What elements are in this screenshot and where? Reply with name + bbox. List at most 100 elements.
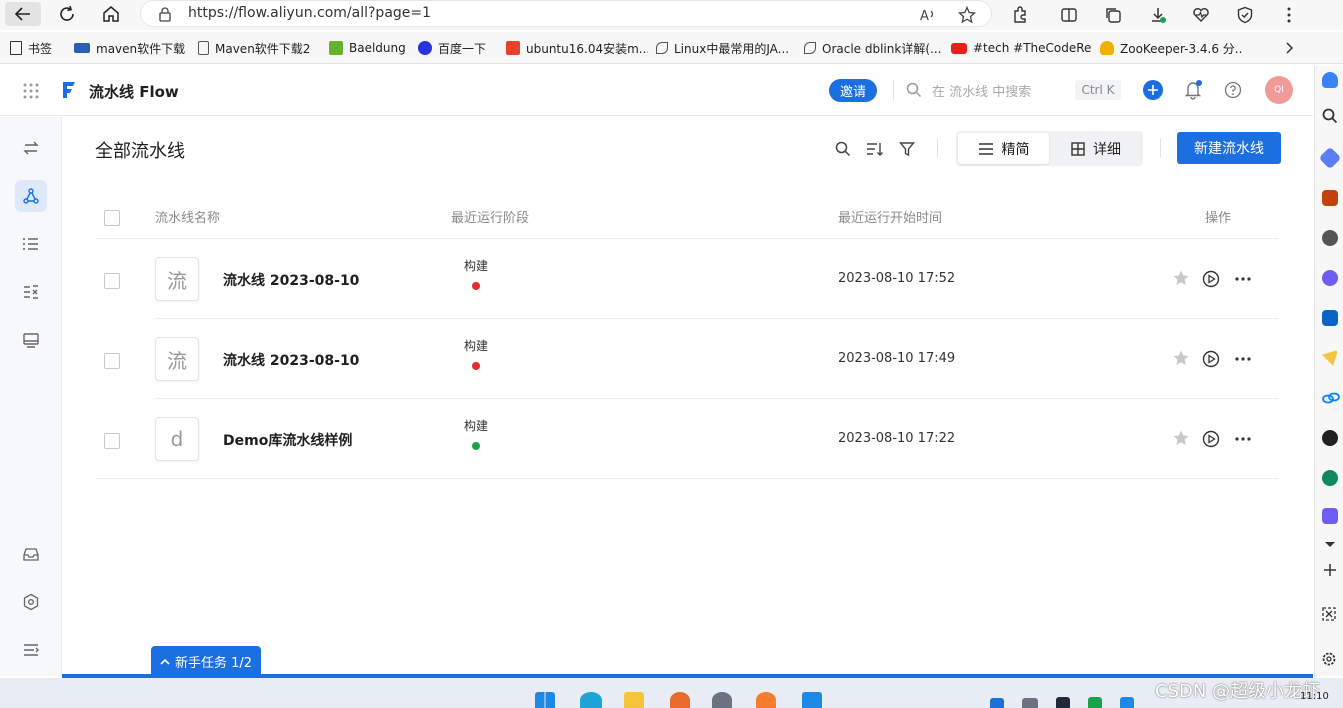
bookmark-item[interactable]: maven软件下载	[74, 32, 192, 64]
notifications-icon[interactable]	[1322, 72, 1338, 88]
select-all-checkbox[interactable]	[104, 210, 120, 226]
bookmark-item[interactable]: ubuntu16.04安装m...	[506, 32, 648, 64]
chevron-down-icon[interactable]	[1324, 534, 1336, 553]
sidebar-item-code[interactable]	[15, 132, 47, 164]
bookmark-item[interactable]: Linux中最常用的JA...	[656, 32, 796, 64]
filter-button[interactable]	[896, 138, 918, 160]
beginner-tasks-tab[interactable]: 新手任务 1/2	[151, 646, 261, 676]
row-checkbox[interactable]	[104, 433, 120, 449]
run-start-time: 2023-08-10 17:22	[838, 431, 956, 446]
gear-icon[interactable]	[1321, 651, 1337, 671]
bookmark-item[interactable]: ZooKeeper-3.4.6 分...	[1100, 32, 1242, 64]
taskbar-clock[interactable]: 11:10	[1300, 691, 1329, 702]
sort-button[interactable]	[864, 138, 886, 160]
bookmark-item[interactable]: Maven软件下载2	[198, 32, 320, 64]
add-button[interactable]	[1143, 80, 1163, 100]
bookmark-item[interactable]: Baeldung	[329, 32, 411, 64]
invite-button[interactable]: 邀请	[829, 79, 877, 102]
link-icon[interactable]	[1322, 390, 1340, 410]
more-menu-icon[interactable]	[1278, 4, 1300, 26]
notification-bell-icon[interactable]	[1184, 80, 1202, 104]
cloud-tray-icon[interactable]	[1022, 698, 1038, 708]
global-search-input[interactable]: 在 流水线 中搜索	[932, 81, 1031, 100]
pipeline-name-link[interactable]: 流水线 2023-08-10	[223, 350, 359, 370]
github-icon[interactable]	[1322, 430, 1338, 446]
home-button[interactable]	[98, 2, 124, 26]
bookmark-item[interactable]: Oracle dblink详解(...	[804, 32, 944, 64]
windows-start-icon[interactable]	[535, 692, 555, 708]
more-actions-icon[interactable]	[1233, 429, 1253, 449]
run-stage-label[interactable]: 构建	[464, 417, 488, 434]
sidebar-item-hosts[interactable]	[15, 324, 47, 356]
url-text[interactable]: https://flow.aliyun.com/all?page=1	[188, 5, 431, 21]
sidebar-item-pipelines[interactable]	[15, 180, 47, 212]
bookmark-item[interactable]: 书签	[10, 32, 70, 64]
downloads-icon[interactable]	[1147, 4, 1169, 26]
pipeline-avatar: d	[155, 417, 199, 461]
pipeline-name-link[interactable]: 流水线 2023-08-10	[223, 270, 359, 290]
mastodon-icon[interactable]	[1322, 508, 1338, 524]
help-icon[interactable]	[1224, 81, 1242, 103]
app-grid-icon[interactable]	[22, 82, 40, 104]
tray-app-icon[interactable]	[1088, 697, 1102, 708]
firefox-icon[interactable]	[756, 692, 776, 708]
app-icon[interactable]	[670, 692, 690, 708]
bookmark-label: Linux中最常用的JA...	[674, 41, 790, 56]
file-explorer-icon[interactable]	[624, 692, 644, 708]
run-stage-label[interactable]: 构建	[464, 337, 488, 354]
sidebar-item-tasks[interactable]	[15, 228, 47, 260]
tray-app-icon[interactable]	[990, 698, 1004, 708]
toolbox-icon[interactable]	[1322, 190, 1338, 206]
search-pipelines-button[interactable]	[832, 138, 854, 160]
flow-logo-icon[interactable]	[60, 80, 78, 104]
new-pipeline-button[interactable]: 新建流水线	[1177, 132, 1281, 164]
refresh-button[interactable]	[54, 2, 80, 26]
run-stage-label[interactable]: 构建	[464, 257, 488, 274]
read-aloud-icon[interactable]: A	[917, 4, 939, 26]
favorite-star-icon[interactable]	[956, 4, 978, 26]
n-app-icon[interactable]	[1322, 470, 1338, 486]
more-actions-icon[interactable]	[1233, 269, 1253, 289]
row-checkbox[interactable]	[104, 353, 120, 369]
screenshot-icon[interactable]	[1321, 606, 1337, 626]
back-button[interactable]	[5, 2, 41, 26]
bookmark-item[interactable]: 百度一下	[418, 32, 500, 64]
copilot-icon[interactable]	[1322, 270, 1338, 286]
search-icon[interactable]	[1322, 108, 1338, 128]
bookmark-item[interactable]: #tech #TheCodeRe...	[951, 32, 1091, 64]
favorite-star-icon[interactable]	[1171, 268, 1191, 288]
settings-gear-icon[interactable]	[712, 692, 732, 708]
tray-app-icon[interactable]	[1120, 697, 1134, 708]
cat-tray-icon[interactable]	[1056, 697, 1070, 708]
column-header-name[interactable]: 流水线名称	[155, 207, 220, 226]
performance-heart-icon[interactable]	[1190, 4, 1212, 26]
more-actions-icon[interactable]	[1233, 349, 1253, 369]
browser-essentials-icon[interactable]	[1234, 4, 1256, 26]
column-header-time[interactable]: 最近运行开始时间	[838, 207, 942, 226]
outlook-icon[interactable]	[1322, 310, 1338, 326]
user-avatar[interactable]: QI	[1265, 76, 1293, 104]
split-screen-icon[interactable]	[1058, 4, 1080, 26]
run-pipeline-icon[interactable]	[1201, 349, 1221, 369]
favorite-star-icon[interactable]	[1171, 428, 1191, 448]
chevron-right-icon[interactable]	[1284, 40, 1294, 59]
row-checkbox[interactable]	[104, 273, 120, 289]
view-detail-button[interactable]: 详细	[1051, 133, 1141, 164]
people-icon[interactable]	[1322, 230, 1338, 246]
favorite-star-icon[interactable]	[1171, 348, 1191, 368]
sidebar-item-tests[interactable]	[15, 276, 47, 308]
calendar-app-icon[interactable]	[802, 692, 822, 708]
view-compact-button[interactable]: 精简	[958, 133, 1049, 164]
run-pipeline-icon[interactable]	[1201, 269, 1221, 289]
edge-browser-icon[interactable]	[580, 692, 602, 708]
sidebar-collapse-toggle[interactable]	[15, 634, 47, 666]
product-name[interactable]: 流水线 Flow	[89, 81, 179, 102]
sidebar-item-settings[interactable]	[15, 586, 47, 618]
extensions-icon[interactable]	[1009, 4, 1031, 26]
collections-icon[interactable]	[1102, 4, 1124, 26]
run-pipeline-icon[interactable]	[1201, 429, 1221, 449]
pipeline-name-link[interactable]: Demo库流水线样例	[223, 430, 352, 450]
plus-icon[interactable]	[1323, 562, 1337, 581]
sidebar-item-inbox[interactable]	[15, 538, 47, 570]
feather-icon	[804, 42, 816, 54]
